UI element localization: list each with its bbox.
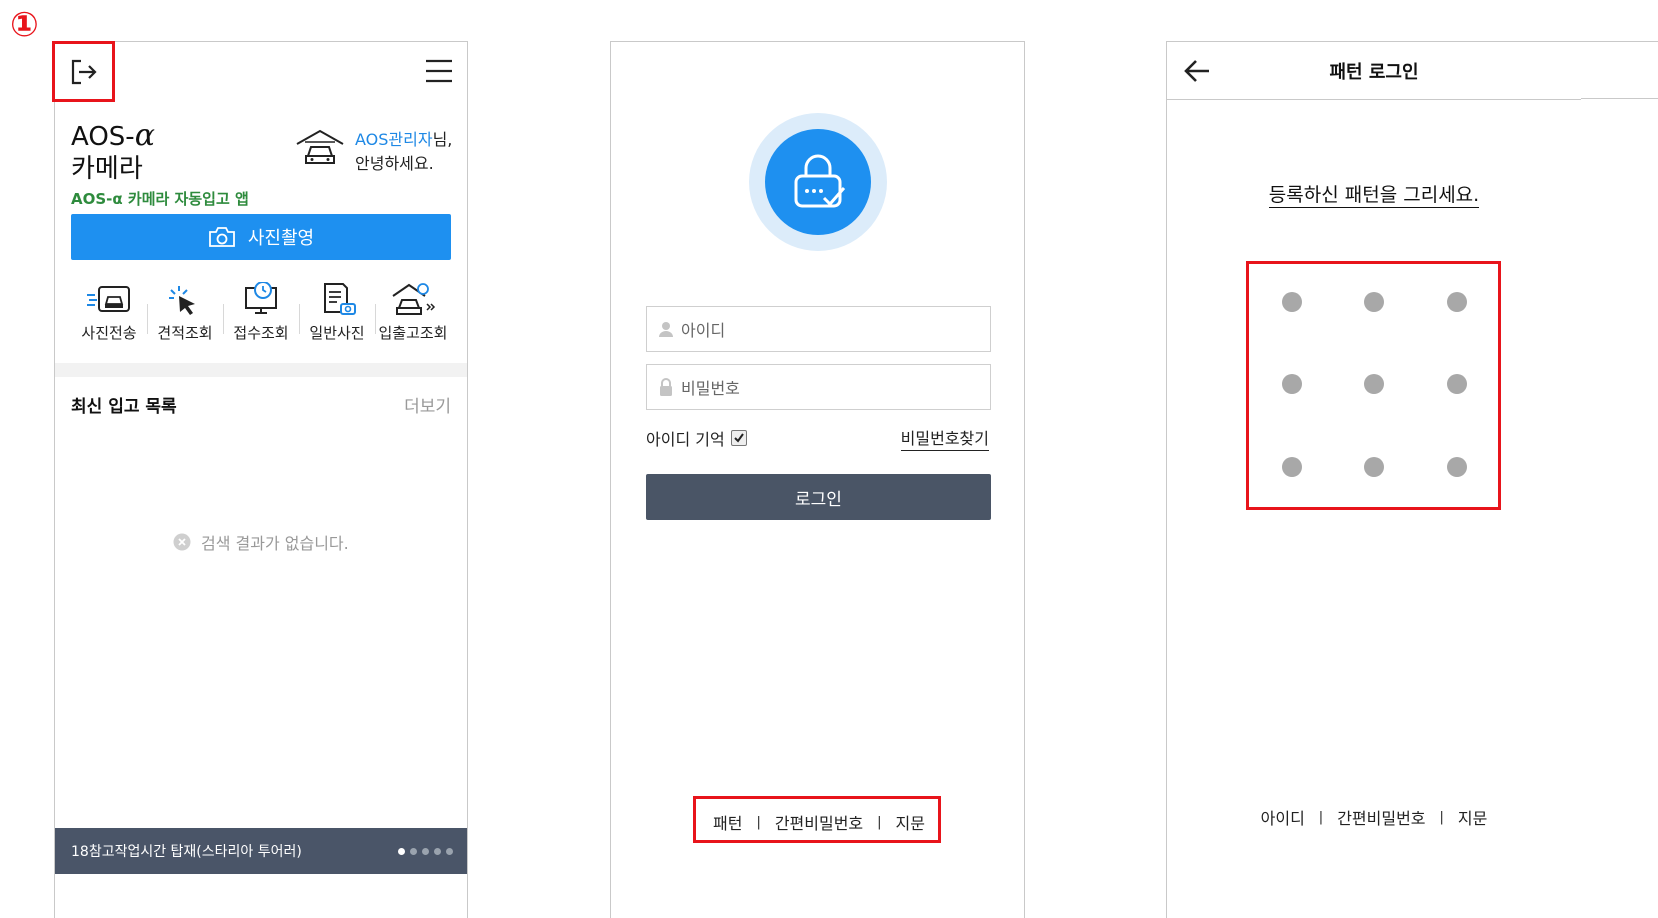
ticker-pager — [393, 843, 453, 859]
greeting: AOS관리자님, 안녕하세요. — [355, 128, 452, 176]
quick-menu-label: 입출고조회 — [378, 324, 448, 342]
ticker-text: 18참고작업시간 탑재(스타리아 투어러) — [71, 844, 302, 860]
hamburger-icon[interactable] — [425, 59, 453, 83]
pattern-title: 패턴 로그인 — [1329, 61, 1419, 83]
lock-badge — [765, 129, 871, 235]
pattern-header: 패턴 로그인 — [1167, 42, 1581, 100]
id-placeholder: 아이디 — [681, 321, 726, 340]
alt-login-links: 아이디 | 간편비밀번호 | 지문 — [1167, 802, 1581, 832]
take-photo-label: 사진촬영 — [247, 228, 315, 249]
home-screen: AOS-α 카메라 AOS-α 카메라 자동입고 앱 AOS관리자님, 안녕하세… — [54, 41, 468, 918]
more-link[interactable]: 더보기 — [404, 392, 451, 417]
link-separator: | — [1439, 809, 1444, 825]
quick-menu-estimate[interactable]: 견적조회 — [147, 282, 223, 352]
link-separator: | — [1318, 809, 1324, 825]
remember-id-label: 아이디 기억 — [646, 430, 725, 449]
lock-icon — [659, 378, 673, 396]
simple-password-link[interactable]: 간편비밀번호 — [1337, 805, 1425, 829]
app-title-camera: 카메라 — [71, 154, 143, 184]
recent-list-title: 최신 입고 목록 — [71, 397, 177, 417]
find-password-link[interactable]: 비밀번호찾기 — [900, 425, 989, 451]
quick-menu-label: 사진전송 — [81, 324, 137, 342]
id-login-link[interactable]: 아이디 — [1261, 805, 1305, 829]
quick-menu-label: 접수조회 — [233, 324, 289, 342]
quick-menu-in-out[interactable]: 입출고조회 — [375, 282, 451, 352]
password-placeholder: 비밀번호 — [681, 379, 740, 398]
remember-id-checkbox[interactable] — [730, 430, 747, 446]
remember-id[interactable]: 아이디 기억 — [646, 426, 747, 450]
quick-menu-label: 견적조회 — [157, 324, 213, 342]
app-title-prefix: AOS- — [71, 122, 135, 152]
quick-menu-reception[interactable]: 접수조회 — [223, 282, 299, 352]
greeting-hello: 안녕하세요. — [355, 154, 434, 173]
user-name: AOS관리자 — [355, 130, 433, 149]
camera-icon — [208, 226, 236, 248]
x-circle-icon — [173, 533, 191, 551]
quick-menu-general-photo[interactable]: 일반사진 — [299, 282, 375, 352]
annotation-1: ① — [10, 5, 39, 45]
take-photo-button[interactable]: 사진촬영 — [71, 214, 451, 260]
password-input[interactable]: 비밀번호 — [646, 364, 991, 410]
app-subtitle: AOS-α 카메라 자동입고 앱 — [71, 190, 249, 208]
document-photo-icon — [313, 282, 361, 316]
empty-result: 검색 결과가 없습니다. — [173, 530, 349, 554]
header-border-extension — [1581, 98, 1658, 99]
section-divider — [55, 363, 467, 377]
pattern-instruction-wrap: 등록하신 패턴을 그리세요. — [1167, 180, 1581, 208]
id-input[interactable]: 아이디 — [646, 306, 991, 352]
login-screen: 아이디 비밀번호 아이디 기억 비밀번호찾기 로그인 패턴 | 간편비밀번호 |… — [610, 41, 1025, 918]
quick-menu-label: 일반사진 — [309, 324, 365, 342]
garage-car-icon — [389, 282, 437, 316]
photo-send-icon — [85, 282, 133, 316]
garage-car-icon — [295, 128, 345, 168]
app-title: AOS-α 카메라 — [71, 120, 155, 185]
login-button[interactable]: 로그인 — [646, 474, 991, 520]
back-arrow-icon[interactable] — [1183, 58, 1211, 84]
app-title-alpha: α — [134, 118, 155, 153]
quick-menu-photo-send[interactable]: 사진전송 — [71, 282, 147, 352]
lock-check-icon — [788, 152, 848, 212]
fingerprint-link[interactable]: 지문 — [1458, 805, 1487, 829]
greeting-suffix: 님, — [432, 130, 453, 149]
pattern-instruction: 등록하신 패턴을 그리세요. — [1268, 184, 1480, 208]
quick-menu: 사진전송 견적조회 접수조회 일반사진 입출고조회 — [71, 282, 451, 352]
user-icon — [659, 321, 673, 337]
annotation-box-2 — [693, 796, 941, 843]
annotation-box-1 — [52, 41, 115, 102]
empty-result-text: 검색 결과가 없습니다. — [201, 534, 349, 553]
annotation-box-3 — [1246, 261, 1501, 510]
cursor-click-icon — [161, 282, 209, 316]
notice-ticker[interactable]: 18참고작업시간 탑재(스타리아 투어러) — [55, 828, 467, 874]
monitor-clock-icon — [237, 282, 285, 316]
